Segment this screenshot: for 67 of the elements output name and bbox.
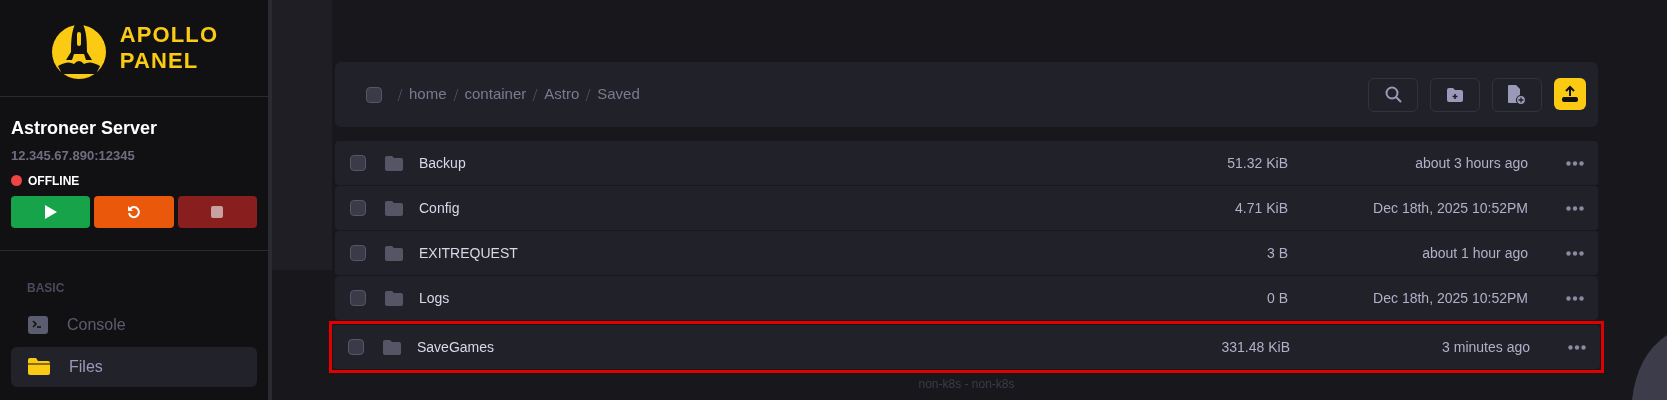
new-file-button[interactable] [1492,77,1542,112]
file-name[interactable]: Config [419,197,460,219]
file-row[interactable]: Backup 51.32 KiB about 3 hours ago [335,141,1598,185]
file-name[interactable]: EXITREQUEST [419,242,518,264]
file-size: 331.48 KiB [1221,337,1290,357]
stop-button[interactable] [177,195,257,228]
breadcrumb-link[interactable]: container [464,83,527,106]
search-button[interactable] [1368,77,1418,112]
logo-text: PANEL [119,48,200,74]
checkbox[interactable] [350,200,366,216]
search-icon [1384,86,1402,103]
folder-icon [383,339,401,355]
server-name: Astroneer Server [11,117,159,140]
more-icon[interactable] [1566,205,1584,211]
modified-time: Dec 18th, 2025 10:52PM [1372,198,1528,218]
modified-time: about 1 hour ago [1421,243,1528,263]
section-label: BASIC [26,279,66,297]
start-button[interactable] [11,195,91,228]
play-icon [44,204,57,219]
nav-item[interactable]: Files [11,346,257,387]
checkbox[interactable] [350,155,366,171]
file-size: 51.32 KiB [1227,153,1288,173]
checkbox[interactable] [350,245,366,261]
separator-icon [585,87,592,102]
checkbox[interactable] [348,339,364,355]
breadcrumb-link[interactable]: Astro [544,83,580,106]
upload-button[interactable] [1554,77,1586,110]
more-icon[interactable] [1566,295,1584,301]
status-label: OFFLINE [28,172,80,190]
checkbox[interactable] [366,86,382,103]
file-name[interactable]: Logs [419,287,450,309]
separator-icon [532,87,539,102]
modified-time: about 3 hours ago [1414,153,1528,173]
terminal-icon [28,315,48,334]
breadcrumb-link[interactable]: home [409,83,447,106]
more-icon[interactable] [1568,344,1586,350]
server-address: 12.345.67.890:12345 [11,147,136,165]
file-row[interactable]: Logs 0 B Dec 18th, 2025 10:52PM [335,276,1598,320]
separator-icon [397,87,403,102]
file-name[interactable]: SaveGames [417,336,495,358]
folder-icon [385,200,403,216]
restart-icon [127,204,141,219]
logo-text: APOLLO [119,22,219,48]
file-row[interactable]: Config 4.71 KiB Dec 18th, 2025 10:52PM [335,186,1598,230]
modified-time: Dec 18th, 2025 10:52PM [1372,288,1528,308]
folder-plus-icon [1447,87,1463,102]
folder-icon [385,155,403,171]
file-row[interactable]: EXITREQUEST 3 B about 1 hour ago [335,231,1598,275]
more-icon[interactable] [1566,250,1584,256]
modified-time: 3 minutes ago [1441,337,1530,357]
file-plus-icon [1508,84,1526,105]
breadcrumb-link[interactable]: Saved [597,83,640,106]
file-size: 0 B [1267,288,1288,308]
upload-icon [1562,85,1578,102]
folder-icon [385,245,403,261]
new-folder-button[interactable] [1430,77,1480,112]
file-size: 3 B [1267,243,1288,263]
folder-icon [28,358,50,375]
folder-icon [385,290,403,306]
checkbox[interactable] [350,290,366,306]
file-size: 4.71 KiB [1235,198,1288,218]
separator-icon [452,87,459,102]
file-row[interactable]: SaveGames 331.48 KiB 3 minutes ago [333,325,1600,369]
more-icon[interactable] [1566,160,1584,166]
restart-button[interactable] [94,195,174,228]
file-name[interactable]: Backup [419,152,466,174]
stop-icon [211,205,224,218]
